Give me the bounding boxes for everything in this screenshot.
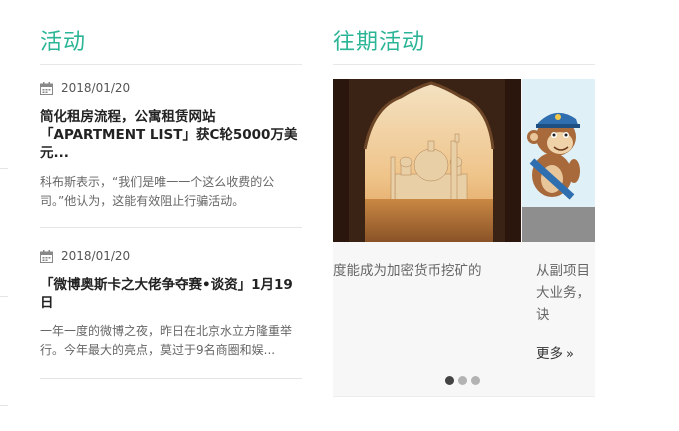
edge-divider (0, 296, 8, 297)
article-title[interactable]: 「微博奥斯卡之大佬争夺赛•谈资」1月19日 (40, 276, 302, 312)
double-chevron-right-icon: » (566, 347, 574, 362)
more-link-label: 更多 (536, 346, 563, 362)
past-activities-carousel[interactable]: 度能成为加密货币挖矿的 从副项目大业务，诀 更多» (333, 79, 595, 397)
slide-image-monkey-mascot[interactable] (522, 79, 595, 242)
article-date-row: 2018/01/20 (40, 249, 130, 263)
article-date: 2018/01/20 (61, 81, 131, 95)
article-title[interactable]: 简化租房流程，公寓租赁网站「APARTMENT LIST」获C轮5000万美元.… (40, 108, 302, 162)
calendar-icon (40, 81, 53, 95)
edge-divider (0, 405, 8, 406)
article-divider (40, 227, 302, 228)
slide-caption[interactable]: 度能成为加密货币挖矿的 (333, 260, 521, 282)
article-date: 2018/01/20 (61, 249, 131, 263)
carousel-dot-3[interactable] (471, 376, 480, 385)
activities-title-divider (40, 64, 302, 65)
carousel-pagination (445, 376, 480, 385)
edge-divider (0, 168, 8, 169)
slide-caption[interactable]: 从副项目大业务，诀 (536, 260, 594, 326)
slide-image-taj-mahal[interactable] (333, 79, 521, 242)
calendar-icon (40, 249, 53, 263)
article-divider (40, 378, 302, 379)
past-activities-title: 往期活动 (333, 30, 426, 55)
article-date-row: 2018/01/20 (40, 81, 130, 95)
article-excerpt: 科布斯表示，“我们是唯一一个这么收费的公司。”他认为，这能有效阻止行骗活动。 (40, 175, 275, 208)
past-activities-title-divider (333, 64, 595, 65)
more-link[interactable]: 更多» (536, 342, 574, 362)
carousel-dot-1[interactable] (445, 376, 454, 385)
activities-title: 活动 (40, 30, 87, 55)
article-excerpt: 一年一度的微博之夜，昨日在北京水立方隆重举行。今年最大的亮点，莫过于9名商圈和娱… (40, 324, 293, 357)
carousel-dot-2[interactable] (458, 376, 467, 385)
